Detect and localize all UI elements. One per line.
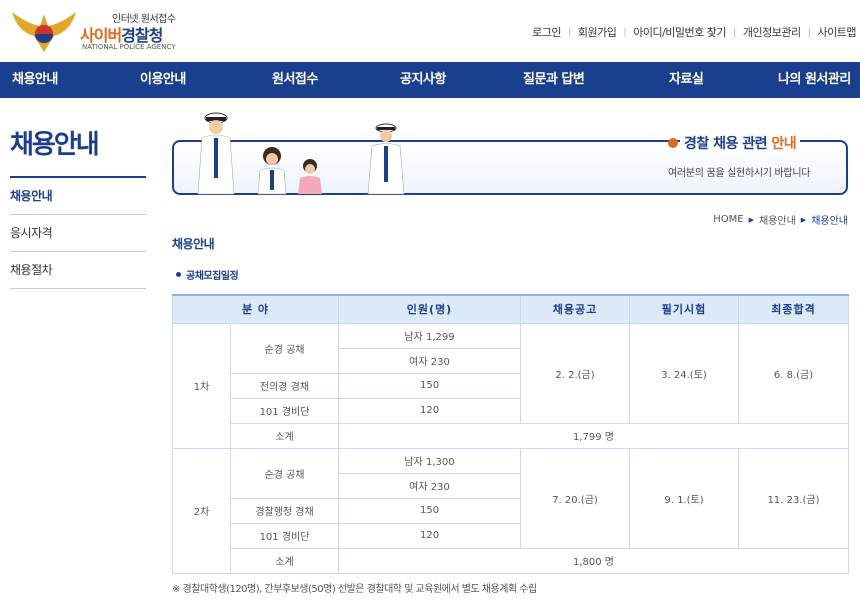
sidebar-item-procedure[interactable]: 채용절차 [10, 252, 146, 289]
final-date-cell: 6. 8.(금) [738, 322, 850, 424]
table-row: 2차 순경 공채 남자 1,300 7. 20.(금) 9. 1.(토) 11.… [172, 447, 850, 574]
triangle-right-icon: ▶ [800, 215, 807, 224]
section-subtitle-text: 공채모집일정 [186, 271, 239, 282]
table-header-row: 분 야 인원(명) 채용공고 필기시험 최종합격 [171, 294, 850, 324]
bullet-icon [176, 272, 181, 277]
recruit-schedule-table: 분 야 인원(명) 채용공고 필기시험 최종합격 1차 순경 공채 남자 1,2… [171, 294, 850, 574]
police-emblem-icon [12, 12, 76, 52]
divider: | [568, 26, 571, 38]
table-row: 1차 순경 공채 남자 1,299 2. 2.(금) 3. 24.(토) 6. … [172, 322, 850, 449]
count-cell: 120 [338, 397, 522, 424]
subtotal-value: 1,799 명 [338, 422, 850, 449]
divider: | [623, 26, 627, 38]
breadcrumb-level-1[interactable]: 채용안내 [759, 212, 796, 227]
count-cell: 150 [338, 372, 522, 399]
nav-usage-info[interactable]: 이용안내 [140, 62, 186, 98]
field-cell: 경찰행정 경채 [229, 497, 340, 524]
field-cell: 101 경비단 [229, 397, 340, 424]
count-cell: 남자 1,299 [338, 322, 522, 349]
col-header-exam: 필기시험 [629, 294, 740, 324]
subtotal-label: 소계 [229, 547, 340, 574]
privacy-link[interactable]: 개인정보관리 [743, 24, 801, 40]
section-subtitle: 공채모집일정 [176, 267, 239, 282]
notice-date-cell: 7. 20.(금) [520, 447, 631, 549]
nav-my-application[interactable]: 나의 원서관리 [778, 62, 851, 98]
sidebar-item-recruit-info[interactable]: 채용안내 [10, 178, 146, 215]
footnote: ※ 경찰대학생(120명), 간부후보생(50명) 선발은 경찰대학 및 교육원… [172, 584, 537, 595]
sidebar-title: 채용안내 [10, 130, 100, 160]
col-header-count: 인원(명) [338, 294, 522, 324]
nav-application[interactable]: 원서접수 [272, 62, 318, 98]
sitemap-link[interactable]: 사이트맵 [818, 24, 857, 40]
count-cell: 150 [338, 497, 522, 524]
breadcrumb-home[interactable]: HOME [713, 214, 743, 225]
subtotal-label: 소계 [229, 422, 340, 449]
nav-library[interactable]: 자료실 [669, 62, 704, 98]
banner-title-highlight: 안내 [771, 136, 797, 152]
divider: | [807, 26, 811, 38]
count-cell: 남자 1,300 [338, 447, 522, 474]
col-header-final: 최종합격 [738, 294, 850, 324]
field-cell: 순경 공채 [229, 322, 340, 374]
page-title: 채용안내 [172, 237, 215, 251]
subtotal-value: 1,800 명 [338, 547, 850, 574]
login-link[interactable]: 로그인 [532, 24, 561, 40]
banner-accent-dot [668, 138, 678, 148]
site-header: 인터넷 원서접수 사이버경찰청 NATIONAL POLICE AGENCY 로… [0, 0, 860, 62]
count-cell: 120 [338, 522, 522, 549]
col-header-notice: 채용공고 [520, 294, 631, 324]
count-cell: 여자 230 [338, 347, 522, 374]
site-logo[interactable]: 인터넷 원서접수 사이버경찰청 NATIONAL POLICE AGENCY [10, 6, 190, 56]
exam-date-cell: 9. 1.(토) [629, 447, 740, 549]
breadcrumb: HOME ▶ 채용안내 ▶ 채용안내 [713, 212, 848, 227]
field-cell: 전의경 경채 [229, 372, 340, 399]
notice-date-cell: 2. 2.(금) [520, 322, 631, 424]
breadcrumb-current: 채용안내 [811, 216, 848, 227]
triangle-right-icon: ▶ [748, 215, 754, 224]
exam-date-cell: 3. 24.(토) [629, 322, 740, 424]
logo-english: NATIONAL POLICE AGENCY [82, 43, 176, 51]
sidebar-item-eligibility[interactable]: 응시자격 [10, 215, 146, 252]
field-cell: 순경 공채 [229, 447, 340, 499]
field-cell: 101 경비단 [229, 522, 340, 549]
nav-recruit-info[interactable]: 채용안내 [12, 62, 58, 98]
banner-title-main: 경찰 채용 관련 [684, 136, 772, 152]
round-label: 2차 [172, 447, 231, 574]
find-account-link[interactable]: 아이디/비밀번호 찾기 [633, 24, 726, 40]
col-header-field: 분 야 [171, 294, 340, 324]
main-nav: 채용안내 이용안내 원서접수 공지사항 질문과 답변 자료실 나의 원서관리 [0, 62, 860, 98]
signup-link[interactable]: 회원가입 [578, 24, 617, 40]
final-date-cell: 11. 23.(금) [738, 447, 850, 549]
banner-title: 경찰 채용 관련 안내 [680, 133, 801, 153]
police-figures-illustration [197, 112, 405, 195]
nav-notice[interactable]: 공지사항 [400, 62, 446, 98]
round-label: 1차 [172, 322, 231, 449]
table-row-subtotal: 소계 1,800 명 [173, 547, 850, 574]
divider: | [733, 26, 736, 38]
utility-nav: 로그인 | 회원가입 | 아이디/비밀번호 찾기 | 개인정보관리 | 사이트맵 [532, 24, 856, 40]
table-row-subtotal: 소계 1,799 명 [173, 422, 850, 449]
banner-description: 여러분의 꿈을 실현하시기 바랍니다 [668, 168, 811, 179]
nav-qna[interactable]: 질문과 답변 [523, 62, 585, 98]
count-cell: 여자 230 [338, 472, 522, 499]
